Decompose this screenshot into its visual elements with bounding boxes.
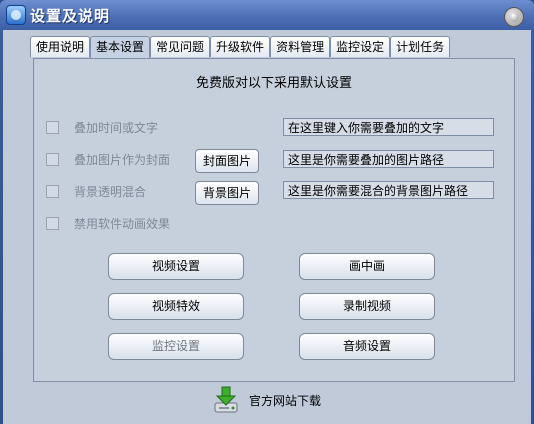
- audio-settings-button[interactable]: 音频设置: [299, 333, 435, 360]
- tab-bar: 使用说明 基本设置 常见问题 升级软件 资料管理 监控设定 计划任务: [30, 36, 451, 58]
- disable-animation-label: 禁用软件动画效果: [74, 217, 171, 231]
- download-icon: [213, 386, 239, 414]
- panel-heading: 免费版对以下采用默认设置: [195, 76, 352, 91]
- cover-image-button[interactable]: 封面图片: [195, 149, 259, 173]
- overlay-text-checkbox[interactable]: [46, 121, 59, 134]
- window-title: 设置及说明: [30, 7, 111, 25]
- tab-upgrade[interactable]: 升级软件: [210, 36, 271, 57]
- transparent-blend-checkbox[interactable]: [46, 185, 59, 198]
- option-transparent-blend[interactable]: 背景透明混合: [46, 183, 146, 200]
- tab-faq[interactable]: 常见问题: [150, 36, 211, 57]
- monitor-settings-button[interactable]: 监控设置: [108, 333, 244, 360]
- disable-animation-checkbox[interactable]: [46, 217, 59, 230]
- tab-monitor-settings[interactable]: 监控设定: [330, 36, 391, 57]
- picture-in-picture-button[interactable]: 画中画: [299, 253, 435, 280]
- settings-window: 设置及说明 使用说明 基本设置 常见问题 升级软件 资料管理 监控设定 计划任务…: [0, 0, 534, 424]
- background-image-button[interactable]: 背景图片: [195, 181, 259, 205]
- tab-basic-settings[interactable]: 基本设置: [90, 36, 151, 58]
- blend-image-path-input[interactable]: 这里是你需要混合的背景图片路径: [283, 181, 494, 199]
- transparent-blend-label: 背景透明混合: [74, 185, 147, 199]
- download-label: 官方网站下载: [249, 393, 322, 408]
- overlay-text-input[interactable]: 在这里键入你需要叠加的文字: [283, 118, 494, 136]
- title-bar[interactable]: 设置及说明: [0, 0, 534, 30]
- tab-scheduled-tasks[interactable]: 计划任务: [390, 36, 451, 57]
- option-overlay-text[interactable]: 叠加时间或文字: [46, 119, 158, 136]
- video-effects-button[interactable]: 视频特效: [108, 293, 244, 320]
- video-settings-button[interactable]: 视频设置: [108, 253, 244, 280]
- app-icon: [6, 5, 26, 25]
- overlay-cover-label: 叠加图片作为封面: [74, 153, 171, 167]
- record-video-button[interactable]: 录制视频: [299, 293, 435, 320]
- tab-usage[interactable]: 使用说明: [30, 36, 91, 57]
- overlay-text-label: 叠加时间或文字: [74, 121, 159, 135]
- tab-data-management[interactable]: 资料管理: [270, 36, 331, 57]
- official-site-download-link[interactable]: 官方网站下载: [213, 385, 321, 415]
- close-button[interactable]: [504, 7, 524, 27]
- cover-image-path-input[interactable]: 这里是你需要叠加的图片路径: [283, 150, 494, 168]
- option-overlay-cover[interactable]: 叠加图片作为封面: [46, 151, 170, 168]
- overlay-cover-checkbox[interactable]: [46, 153, 59, 166]
- basic-settings-panel: 免费版对以下采用默认设置 叠加时间或文字 叠加图片作为封面 背景透明混合 禁用软…: [33, 58, 515, 382]
- option-disable-animation[interactable]: 禁用软件动画效果: [46, 215, 170, 232]
